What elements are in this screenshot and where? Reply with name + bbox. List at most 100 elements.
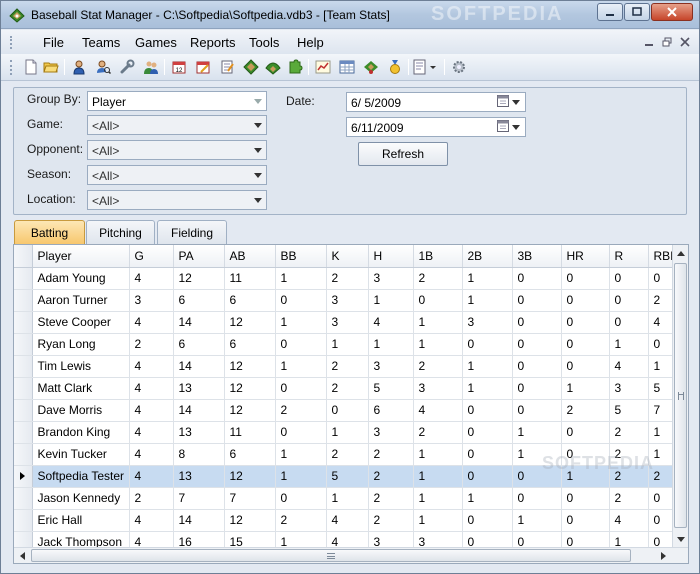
close-button[interactable]	[651, 3, 693, 21]
stat-cell[interactable]: 2	[129, 487, 174, 510]
stat-cell[interactable]: 1	[512, 421, 562, 444]
new-file-icon[interactable]	[21, 58, 41, 76]
player-name-cell[interactable]: Ryan Long	[32, 333, 130, 356]
stat-cell[interactable]: 12	[224, 355, 276, 378]
stat-cell[interactable]: 1	[462, 487, 513, 510]
stat-cell[interactable]: 4	[129, 421, 174, 444]
toolbar-grip[interactable]	[10, 60, 13, 75]
table-row[interactable]: Matt Clark 4 13 12 0 2 5 3 1 0 1 3 5	[14, 377, 686, 400]
vertical-scrollbar[interactable]	[672, 245, 688, 548]
stat-cell[interactable]: 1	[413, 509, 463, 532]
player-name-cell[interactable]: Aaron Turner	[32, 289, 130, 312]
stat-cell[interactable]: 0	[462, 443, 513, 466]
stat-cell[interactable]: 1	[462, 267, 513, 290]
stat-cell[interactable]: 7	[173, 487, 225, 510]
stat-cell[interactable]: 0	[609, 311, 649, 334]
location-select[interactable]: <All>	[87, 190, 267, 210]
row-selector[interactable]	[14, 377, 33, 400]
award-medal-icon[interactable]	[385, 58, 405, 76]
column-header[interactable]: G	[129, 245, 174, 268]
stat-cell[interactable]: 2	[129, 333, 174, 356]
stat-cell[interactable]: 2	[326, 377, 369, 400]
stat-cell[interactable]: 2	[275, 399, 327, 422]
stat-cell[interactable]: 4	[326, 509, 369, 532]
player-name-cell[interactable]: Matt Clark	[32, 377, 130, 400]
row-selector[interactable]	[14, 421, 33, 444]
stat-cell[interactable]: 2	[609, 487, 649, 510]
column-header[interactable]: K	[326, 245, 369, 268]
player-name-cell[interactable]: Steve Cooper	[32, 311, 130, 334]
row-selector[interactable]	[14, 465, 33, 488]
stat-cell[interactable]: 1	[368, 289, 414, 312]
date-from-value[interactable]: 6/ 5/2009	[351, 96, 401, 110]
stat-cell[interactable]: 4	[129, 377, 174, 400]
date-to-value[interactable]: 6/11/2009	[351, 121, 404, 135]
stat-cell[interactable]: 2	[368, 443, 414, 466]
column-header[interactable]: BB	[275, 245, 327, 268]
stat-cell[interactable]: 0	[561, 421, 610, 444]
stat-cell[interactable]: 0	[275, 333, 327, 356]
stat-cell[interactable]: 0	[512, 377, 562, 400]
stat-cell[interactable]: 3	[413, 377, 463, 400]
tab-batting[interactable]: Batting	[14, 220, 85, 245]
stat-cell[interactable]: 0	[512, 267, 562, 290]
table-row[interactable]: Adam Young 4 12 11 1 2 3 2 1 0 0 0 0	[14, 267, 686, 290]
report-dropdown-icon[interactable]	[411, 58, 439, 76]
stat-cell[interactable]: 12	[224, 399, 276, 422]
settings-gear-icon[interactable]	[449, 58, 469, 76]
stat-cell[interactable]: 0	[512, 311, 562, 334]
stadium-icon[interactable]	[361, 58, 381, 76]
chevron-down-icon[interactable]	[250, 192, 265, 208]
row-selector[interactable]	[14, 333, 33, 356]
stat-cell[interactable]: 5	[326, 465, 369, 488]
puzzle-icon[interactable]	[285, 58, 305, 76]
stat-cell[interactable]: 1	[609, 333, 649, 356]
stat-cell[interactable]: 12	[224, 311, 276, 334]
player-name-cell[interactable]: Kevin Tucker	[32, 443, 130, 466]
stat-cell[interactable]: 2	[413, 421, 463, 444]
calendar-edit-icon[interactable]	[193, 58, 213, 76]
scroll-up-icon[interactable]	[673, 245, 688, 261]
stat-cell[interactable]: 1	[413, 311, 463, 334]
stat-cell[interactable]: 0	[561, 289, 610, 312]
stat-cell[interactable]: 2	[413, 267, 463, 290]
player-name-cell[interactable]: Tim Lewis	[32, 355, 130, 378]
field-stats-icon[interactable]	[263, 58, 283, 76]
stat-cell[interactable]: 5	[368, 377, 414, 400]
stat-cell[interactable]: 12	[173, 267, 225, 290]
stat-cell[interactable]: 1	[368, 333, 414, 356]
stat-cell[interactable]: 0	[561, 267, 610, 290]
player-name-cell[interactable]: Jason Kennedy	[32, 487, 130, 510]
table-row[interactable]: Jason Kennedy 2 7 7 0 1 2 1 1 0 0 2 0	[14, 487, 686, 510]
stat-cell[interactable]: 6	[368, 399, 414, 422]
stat-cell[interactable]: 14	[173, 355, 225, 378]
stat-cell[interactable]: 3	[368, 421, 414, 444]
stat-cell[interactable]: 6	[173, 289, 225, 312]
stat-cell[interactable]: 4	[129, 355, 174, 378]
stat-cell[interactable]: 8	[173, 443, 225, 466]
stat-cell[interactable]: 2	[326, 443, 369, 466]
stat-cell[interactable]: 11	[224, 421, 276, 444]
stat-cell[interactable]: 2	[368, 509, 414, 532]
stat-cell[interactable]: 11	[224, 267, 276, 290]
table-row[interactable]: Dave Morris 4 14 12 2 0 6 4 0 0 2 5 7	[14, 399, 686, 422]
stat-cell[interactable]: 2	[368, 487, 414, 510]
table-row[interactable]: Tim Lewis 4 14 12 1 2 3 2 1 0 0 4 1	[14, 355, 686, 378]
date-from-picker[interactable]: 6/ 5/2009	[346, 92, 526, 112]
maximize-button[interactable]	[624, 3, 650, 21]
stat-cell[interactable]: 12	[224, 509, 276, 532]
game-select[interactable]: <All>	[87, 115, 267, 135]
stat-cell[interactable]: 7	[224, 487, 276, 510]
stat-cell[interactable]: 3	[462, 311, 513, 334]
opponent-select[interactable]: <All>	[87, 140, 267, 160]
stat-cell[interactable]: 6	[173, 333, 225, 356]
stat-cell[interactable]: 3	[368, 267, 414, 290]
stat-cell[interactable]: 0	[462, 509, 513, 532]
stat-cell[interactable]: 0	[561, 311, 610, 334]
stat-cell[interactable]: 14	[173, 399, 225, 422]
stat-cell[interactable]: 0	[512, 289, 562, 312]
row-selector[interactable]	[14, 399, 33, 422]
table-row[interactable]: Steve Cooper 4 14 12 1 3 4 1 3 0 0 0 4	[14, 311, 686, 334]
table-row[interactable]: Eric Hall 4 14 12 2 4 2 1 0 1 0 4 0	[14, 509, 686, 532]
column-header[interactable]: R	[609, 245, 649, 268]
